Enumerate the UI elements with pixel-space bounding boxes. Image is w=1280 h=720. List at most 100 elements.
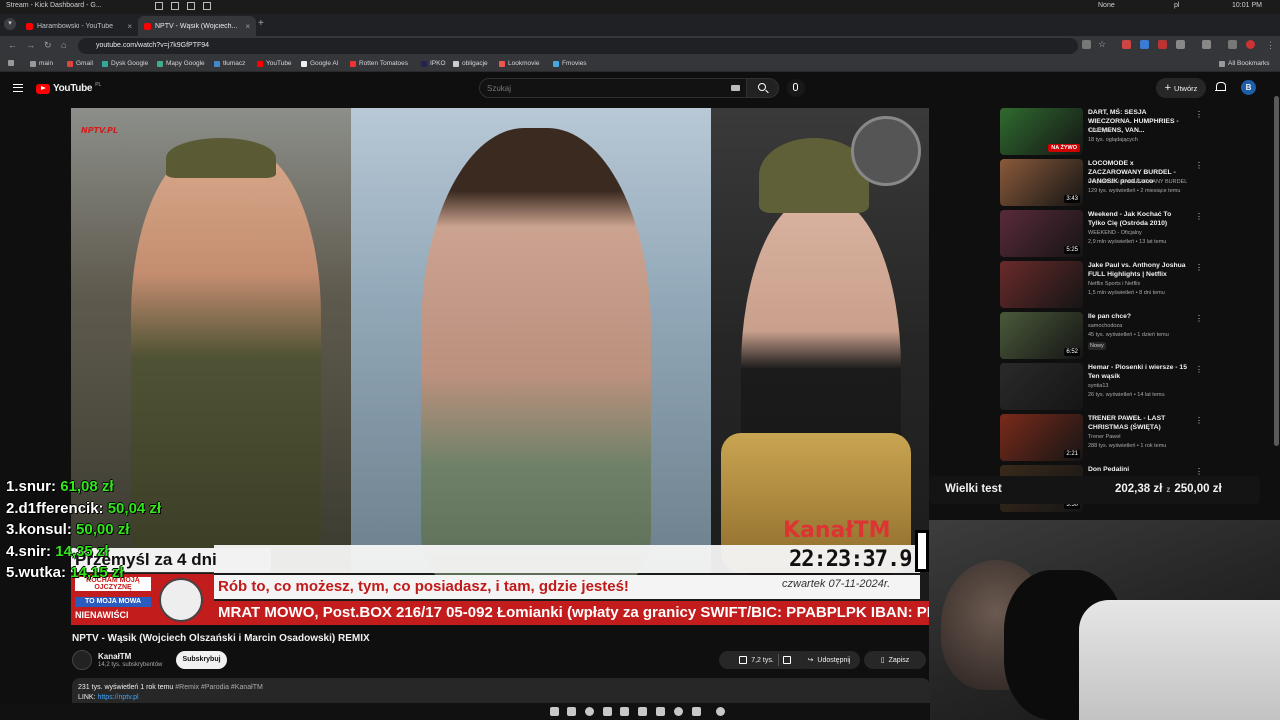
page-scrollbar[interactable] [1273, 76, 1280, 476]
recommendation-item[interactable]: Jake Paul vs. Anthony Joshua FULL Highli… [1000, 261, 1270, 309]
recommendation-item[interactable]: NA ŻYWO DART, MŚ: SESJA WIECZORNA. HUMPHR… [1000, 108, 1270, 156]
more-options-icon[interactable]: ⋮ [1195, 467, 1203, 476]
cast-icon[interactable] [1082, 40, 1091, 49]
recommendation-item[interactable]: Hemar - Piosenki i wiersze - 15 Ten wąsi… [1000, 363, 1270, 411]
recommendation-channel[interactable]: syntia13 [1088, 383, 1109, 389]
close-icon[interactable]: × [127, 22, 132, 31]
bookmark-google-ai[interactable]: Google AI [301, 60, 339, 67]
recommendation-title[interactable]: Jake Paul vs. Anthony Joshua FULL Highli… [1088, 261, 1188, 279]
tray-language[interactable]: pl [1174, 2, 1179, 9]
recommendation-channel[interactable]: samochodoza [1088, 323, 1122, 329]
recommendation-thumbnail[interactable]: 6:52 [1000, 312, 1083, 359]
channel-name[interactable]: KanałTM [98, 652, 131, 661]
keyboard-icon[interactable] [731, 85, 740, 91]
window-icon[interactable] [171, 2, 179, 10]
recommendation-title[interactable]: TRENER PAWEŁ - LAST CHRISTMAS (ŚWIĘTA) [1088, 414, 1188, 432]
recommendation-item[interactable]: 6:52 Ile pan chce? samochodoza 45 tys. wyśw… [1000, 312, 1270, 360]
scrollbar-thumb[interactable] [1274, 96, 1279, 446]
steam-icon[interactable] [638, 707, 647, 716]
recommendation-channel[interactable]: WEEKEND - Oficjalny [1088, 230, 1142, 236]
obs-icon[interactable] [674, 707, 683, 716]
recommendation-channel[interactable]: TVP Sport [1088, 128, 1113, 134]
recommendation-channel[interactable]: Netflix Sports i Netflix [1088, 281, 1140, 287]
recommendation-title[interactable]: Hemar - Piosenki i wiersze - 15 Ten wąsi… [1088, 363, 1188, 381]
create-button[interactable]: + Utwórz [1156, 78, 1206, 98]
bookmark-ipko[interactable]: IPKO [421, 60, 446, 67]
video-player[interactable]: NPTV.PL KanałTM Przemyśl za 4 dni 22:23:… [71, 108, 929, 625]
more-options-icon[interactable]: ⋮ [1195, 416, 1203, 425]
bookmark-fmovies[interactable]: Fmovies [553, 60, 587, 67]
more-options-icon[interactable]: ⋮ [1195, 212, 1203, 221]
recommendation-item[interactable]: 5:25 Weekend - Jak Kochać To Tylko Cię (O… [1000, 210, 1270, 258]
forward-icon[interactable]: → [26, 40, 35, 50]
bookmark-drive[interactable]: Dysk Google [102, 60, 148, 67]
browser-icon[interactable] [585, 707, 594, 716]
recommendation-thumbnail[interactable]: NA ŻYWO [1000, 108, 1083, 155]
folder-icon[interactable] [550, 707, 559, 716]
recommendation-title[interactable]: Ile pan chce? [1088, 312, 1188, 321]
share-button[interactable]: ↪ Udostępnij [798, 651, 860, 669]
search-button[interactable] [747, 78, 779, 98]
app-icon[interactable] [656, 707, 665, 716]
tab-harambowski[interactable]: Harambowski - YouTube × [20, 16, 138, 36]
bookmark-gmail[interactable]: Gmail [67, 60, 93, 67]
app-icon[interactable] [692, 707, 701, 716]
recommendation-item[interactable]: 3:43 LOCOMODE x ZACZAROWANY BURDEL - JANO… [1000, 159, 1270, 207]
channel-avatar[interactable] [72, 650, 92, 670]
bookmark-maps[interactable]: Mapy Google [157, 60, 205, 67]
reload-icon[interactable]: ↻ [44, 40, 52, 51]
voice-search-button[interactable] [787, 79, 805, 97]
window-icon[interactable] [187, 2, 195, 10]
bookmark-main[interactable]: main [30, 60, 53, 67]
back-icon[interactable]: ← [8, 40, 17, 50]
recommendation-thumbnail[interactable]: 5:25 [1000, 210, 1083, 257]
new-tab-icon[interactable]: + [258, 18, 264, 29]
bookmark-obligacje[interactable]: obligacje [453, 60, 488, 67]
dislike-icon[interactable] [782, 656, 791, 664]
star-icon[interactable]: ☆ [1098, 39, 1107, 49]
puzzle-icon[interactable] [1176, 40, 1185, 49]
recommendation-title[interactable]: Don Pedalini [1088, 465, 1188, 474]
search-input[interactable] [479, 78, 747, 98]
address-bar[interactable]: youtube.com/watch?v=j7k9GfPTF94 [78, 38, 1078, 54]
sidebar-icon[interactable] [1202, 40, 1211, 49]
menu-icon[interactable] [13, 84, 23, 92]
recommendation-thumbnail[interactable] [1000, 363, 1083, 410]
notifications-bell-icon[interactable] [1215, 82, 1226, 93]
window-icon[interactable] [155, 2, 163, 10]
account-avatar[interactable]: B [1241, 80, 1256, 95]
extension-icon[interactable] [1122, 40, 1131, 49]
recommendation-thumbnail[interactable] [1000, 261, 1083, 308]
bookmark-lookmovie[interactable]: Lookmovie [499, 60, 539, 67]
home-icon[interactable]: ⌂ [61, 40, 66, 50]
bookmark-youtube[interactable]: YouTube [257, 60, 292, 67]
recommendation-title[interactable]: Weekend - Jak Kochać To Tylko Cię (Ostró… [1088, 210, 1188, 228]
like-icon[interactable] [739, 656, 748, 664]
recommendation-thumbnail[interactable]: 3:43 [1000, 159, 1083, 206]
app-icon[interactable] [716, 707, 725, 716]
menu-icon[interactable]: ⋮ [1266, 40, 1275, 51]
save-button[interactable]: ▯ Zapisz [864, 651, 926, 669]
discord-icon[interactable] [620, 707, 629, 716]
apps-icon[interactable] [8, 60, 14, 66]
subscribe-button[interactable]: Subskrybuj [176, 651, 227, 669]
more-options-icon[interactable]: ⋮ [1195, 263, 1203, 272]
all-bookmarks[interactable]: All Bookmarks [1219, 60, 1270, 67]
like-count[interactable]: 7,2 tys. [751, 657, 774, 664]
profile-icon[interactable] [1246, 40, 1255, 49]
terminal-icon[interactable] [567, 707, 576, 716]
app-icon[interactable] [603, 707, 612, 716]
recommendation-thumbnail[interactable]: 2:21 [1000, 414, 1083, 461]
download-icon[interactable] [1228, 40, 1237, 49]
extension-icon[interactable] [1158, 40, 1167, 49]
youtube-logo[interactable]: YouTube PL [36, 82, 101, 94]
more-options-icon[interactable]: ⋮ [1195, 161, 1203, 170]
tray-profile[interactable]: None [1098, 2, 1115, 9]
chevron-down-icon[interactable]: ▾ [4, 18, 16, 30]
bookmark-translate[interactable]: tłumacz [214, 60, 245, 67]
more-options-icon[interactable]: ⋮ [1195, 365, 1203, 374]
recommendation-item[interactable]: 2:21 TRENER PAWEŁ - LAST CHRISTMAS (ŚWIĘT… [1000, 414, 1270, 462]
recommendation-channel[interactable]: Trener Paweł [1088, 434, 1121, 440]
close-icon[interactable]: × [245, 22, 250, 31]
more-options-icon[interactable]: ⋮ [1195, 314, 1203, 323]
